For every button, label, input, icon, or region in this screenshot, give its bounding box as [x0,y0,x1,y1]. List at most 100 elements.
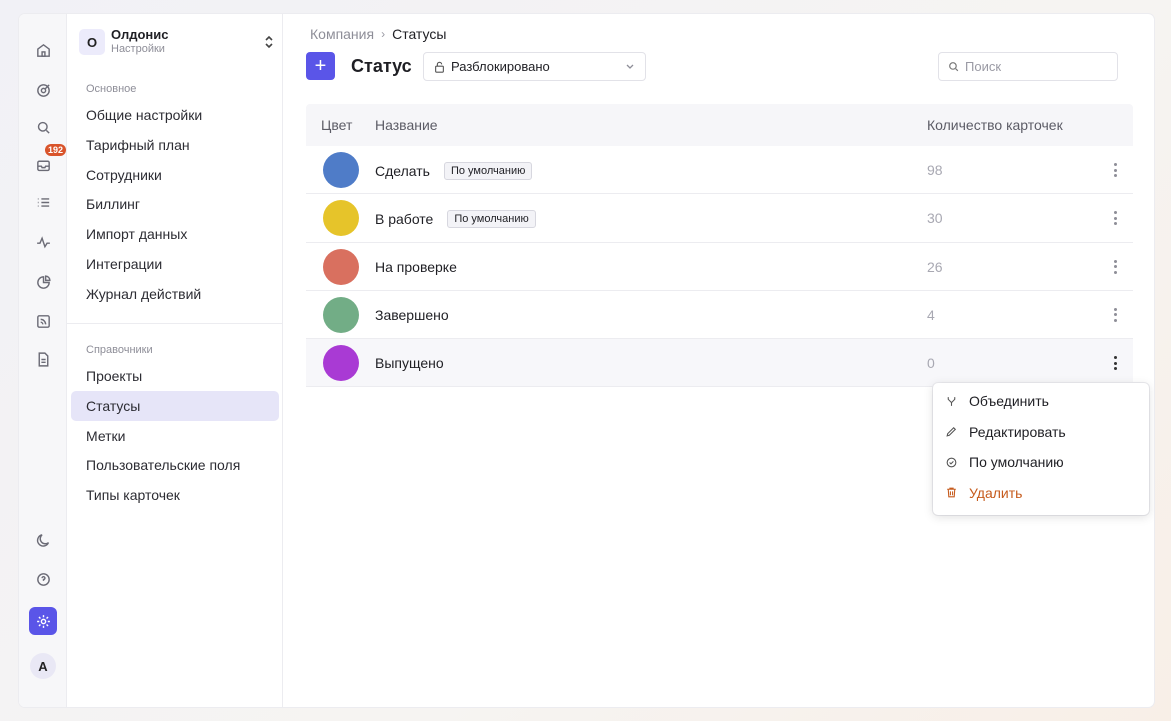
merge-icon [947,396,956,406]
status-name: Выпущено [375,355,444,372]
feed-icon[interactable] [29,307,57,335]
search-box[interactable] [938,52,1118,81]
sidebar-item-6[interactable]: Журнал действий [71,279,279,309]
trash-icon [947,487,956,498]
sidebar-item-4[interactable]: Импорт данных [71,219,279,249]
status-name-cell: На проверке [375,259,457,275]
lock-icon [435,61,444,73]
pencil-icon [946,427,957,437]
sidebar-item-0[interactable]: Общие настройки [71,100,279,130]
status-name-cell: Выпущено [375,355,444,371]
sidebar-ref-item-3[interactable]: Пользовательские поля [71,450,279,480]
pie-chart-icon[interactable] [29,268,57,296]
chevron-down-icon [626,64,634,69]
workspace-switcher[interactable]: О Олдонис Настройки [79,24,279,60]
search-icon[interactable] [29,113,57,141]
search-input[interactable] [965,59,1105,74]
status-name: На проверке [375,258,457,275]
user-avatar[interactable]: A [30,653,56,679]
status-name-cell: Сделать По умолчанию [375,162,533,180]
inbox-badge: 192 [45,144,67,156]
table-row[interactable]: Выпущено 0 [306,339,1133,388]
lock-filter-select[interactable]: Разблокировано [423,52,646,81]
card-count: 26 [927,258,943,275]
status-color-swatch [323,152,359,188]
breadcrumb-parent[interactable]: Компания [310,26,374,42]
default-badge: По умолчанию [447,210,536,229]
check-circle-icon [946,457,957,468]
status-color-swatch [323,200,359,237]
main-content: Компания › Статусы + Статус Разблокирова… [283,14,1154,707]
menu-item-label: Удалить [969,484,1023,501]
card-count: 98 [927,162,943,178]
more-vertical-icon[interactable] [1110,306,1120,324]
menu-item-label: По умолчанию [969,454,1064,471]
add-status-button[interactable]: + [306,52,335,80]
sidebar-ref-item-1[interactable]: Статусы [71,390,279,421]
table-row[interactable]: В работе По умолчанию 30 [306,194,1133,243]
settings-icon[interactable] [29,607,57,635]
column-header-color[interactable]: Цвет [321,117,352,133]
more-vertical-icon[interactable] [1110,258,1120,276]
status-color-swatch [323,248,359,285]
status-name: В работе [375,211,434,228]
sidebar-divider [67,323,283,324]
section-title-main: Основное [86,83,137,95]
icon-rail: 192 A [19,14,67,707]
menu-item-set-default[interactable]: По умолчанию [933,447,1149,478]
sidebar-ref-item-4[interactable]: Типы карточек [71,480,279,510]
workspace-logo: О [79,29,105,55]
row-context-menu: Объединить Редактировать По умолчанию Уд… [933,383,1149,515]
card-count: 0 [927,355,935,372]
app-window: 192 A О Олдонис Настройки Основное Общие… [19,14,1154,707]
status-color-swatch [323,345,359,382]
table-row[interactable]: На проверке 26 [306,243,1133,291]
status-table: Цвет Название Количество карточек Сделат… [306,104,1133,388]
more-vertical-icon[interactable] [1110,354,1120,372]
more-vertical-icon[interactable] [1110,209,1120,227]
help-icon[interactable] [29,565,57,593]
table-row[interactable]: Завершено 4 [306,291,1133,340]
sidebar-item-1[interactable]: Тарифный план [71,130,279,160]
page-title: Статус [351,56,412,76]
list-icon[interactable] [29,188,57,216]
menu-item-edit[interactable]: Редактировать [933,417,1149,448]
breadcrumb-current: Статусы [392,26,447,42]
status-name-cell: Завершено [375,307,449,323]
moon-icon[interactable] [29,526,57,554]
more-vertical-icon[interactable] [1110,161,1120,179]
document-icon[interactable] [29,345,57,373]
home-icon[interactable] [29,36,57,64]
status-color-swatch [323,296,359,333]
sidebar-ref-item-0[interactable]: Проекты [71,361,279,391]
menu-item-label: Объединить [969,393,1049,410]
column-header-name[interactable]: Название [375,117,438,133]
sidebar-item-3[interactable]: Биллинг [71,189,279,219]
filter-value: Разблокировано [451,59,550,74]
breadcrumb: Компания › Статусы [310,26,446,42]
menu-item-merge[interactable]: Объединить [933,386,1149,417]
sidebar-item-5[interactable]: Интеграции [71,249,279,279]
workspace-subtitle: Настройки [111,43,165,55]
status-name: Завершено [375,306,449,323]
sidebar-item-2[interactable]: Сотрудники [71,160,279,190]
settings-sidebar: О Олдонис Настройки Основное Общие настр… [67,14,283,707]
inbox-icon[interactable]: 192 [29,144,67,179]
chevron-updown-icon [265,35,273,49]
workspace-name: Олдонис [111,27,169,42]
table-header: Цвет Название Количество карточек [306,104,1133,146]
target-icon[interactable] [29,76,57,104]
section-title-references: Справочники [86,344,153,356]
card-count: 4 [927,306,935,323]
table-row[interactable]: Сделать По умолчанию 98 [306,146,1133,195]
menu-item-delete[interactable]: Удалить [933,478,1149,509]
menu-item-label: Редактировать [969,423,1066,440]
breadcrumb-separator-icon: › [381,27,386,41]
status-name: Сделать [375,163,430,179]
activity-icon[interactable] [29,228,57,256]
sidebar-ref-item-2[interactable]: Метки [71,421,279,451]
column-header-count[interactable]: Количество карточек [927,117,1063,133]
card-count: 30 [927,210,943,227]
search-icon [949,62,959,72]
status-name-cell: В работе По умолчанию [375,210,536,229]
